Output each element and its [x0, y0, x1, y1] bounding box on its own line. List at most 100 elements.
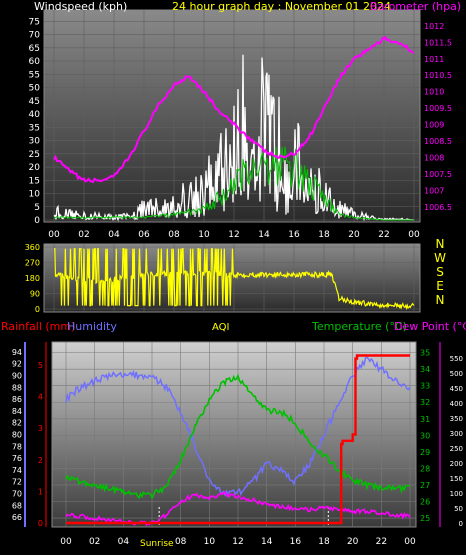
humidity-tick-label: 84: [12, 407, 22, 416]
wind-tick-label: 50: [29, 84, 41, 94]
aqi-tick-label: 350: [450, 415, 463, 423]
temperature-tick-label: 26: [420, 497, 430, 506]
direction-tick-label: 270: [25, 259, 40, 268]
graph-title: 24 hour graph day : November 01 2024: [172, 0, 391, 13]
compass-label: S: [436, 265, 444, 279]
rainfall-axis-title: Rainfall (mm): [1, 320, 75, 333]
wind-tick-label: 70: [29, 31, 41, 41]
aqi-tick-label: 500: [450, 370, 463, 378]
rain-tick-label: 3: [38, 424, 43, 433]
barometer-tick-label: 1007.5: [424, 170, 452, 179]
wind-tick-label: 40: [29, 110, 41, 120]
wind-tick-label: 30: [29, 137, 41, 147]
aqi-tick-label: 100: [450, 490, 463, 498]
wind-tick-label: 55: [29, 70, 40, 80]
aqi-tick-label: 50: [454, 505, 463, 513]
wind-x-tick-label: 20: [348, 230, 360, 240]
wind-x-tick-label: 16: [288, 230, 300, 240]
wind-tick-label: 65: [29, 44, 40, 54]
wind-tick-label: 25: [29, 150, 40, 160]
barometer-axis-title: Barometer (hpa): [370, 0, 461, 13]
wind-x-tick-label: 06: [138, 230, 150, 240]
aqi-tick-label: 0: [459, 520, 463, 528]
direction-tick-label: 360: [25, 243, 40, 252]
humidity-axis-title: Humidity: [67, 320, 117, 333]
aqi-tick-label: 150: [450, 475, 463, 483]
temperature-tick-label: 33: [420, 382, 430, 391]
humidity-tick-label: 90: [12, 372, 22, 381]
aqi-tick-label: 200: [450, 460, 463, 468]
climate-x-tick-label: 02: [89, 537, 100, 547]
wind-tick-label: 35: [29, 123, 40, 133]
climate-x-tick-label: 04: [118, 537, 130, 547]
wind-tick-label: 15: [29, 176, 40, 186]
climate-x-tick-label: 22: [376, 537, 387, 547]
rain-tick-label: 1: [38, 487, 43, 496]
climate-x-tick-label: 20: [347, 537, 359, 547]
climate-x-tick-label: 14: [261, 537, 273, 547]
weather-graph: 0510152025303540455055606570751006.51007…: [1, 0, 466, 549]
direction-tick-label: 180: [25, 274, 40, 283]
rain-tick-label: 0: [38, 519, 43, 528]
barometer-tick-label: 1012: [424, 22, 444, 31]
climate-x-tick-label: 08: [175, 537, 187, 547]
climate-x-tick-label: 12: [232, 537, 243, 547]
humidity-tick-label: 70: [12, 490, 22, 499]
humidity-tick-label: 92: [12, 360, 22, 369]
direction-tick-label: 0: [35, 305, 40, 314]
compass-label: E: [436, 279, 444, 293]
aqi-tick-label: 400: [450, 400, 463, 408]
barometer-tick-label: 1009: [424, 121, 444, 130]
temperature-tick-label: 35: [420, 349, 430, 358]
humidity-tick-label: 80: [12, 431, 22, 440]
temperature-tick-label: 30: [420, 431, 430, 440]
climate-x-tick-label: 16: [290, 537, 302, 547]
rain-tick-label: 5: [38, 361, 43, 370]
barometer-tick-label: 1010: [424, 88, 444, 97]
aqi-tick-label: 450: [450, 385, 463, 393]
wind-tick-label: 60: [29, 57, 41, 67]
wind-x-tick-label: 18: [318, 230, 330, 240]
wind-tick-label: 45: [29, 97, 40, 107]
humidity-tick-label: 88: [12, 383, 22, 392]
wind-tick-label: 10: [29, 190, 41, 200]
aqi-tick-label: 300: [450, 430, 463, 438]
humidity-tick-label: 72: [12, 478, 22, 487]
wind-x-tick-label: 00: [48, 230, 60, 240]
climate-panel-bg: [51, 341, 417, 528]
barometer-tick-label: 1009.5: [424, 104, 452, 113]
wind-x-tick-label: 04: [108, 230, 120, 240]
sunrise-label: Sunrise: [140, 539, 174, 549]
windspeed-axis-title: Windspeed (kph): [34, 0, 127, 13]
humidity-tick-label: 94: [12, 348, 22, 357]
humidity-tick-label: 68: [12, 501, 22, 510]
aqi-tick-label: 250: [450, 445, 463, 453]
rain-tick-label: 4: [38, 393, 43, 402]
barometer-tick-label: 1008: [424, 153, 444, 162]
temperature-tick-label: 31: [420, 415, 430, 424]
aqi-tick-label: 550: [450, 355, 463, 363]
temperature-tick-label: 27: [420, 481, 430, 490]
compass-label: N: [436, 237, 445, 251]
barometer-tick-label: 1011: [424, 55, 444, 64]
rain-tick-label: 2: [38, 456, 43, 465]
humidity-tick-label: 76: [12, 454, 22, 463]
wind-x-tick-label: 02: [78, 230, 89, 240]
compass-label: W: [434, 251, 446, 265]
barometer-tick-label: 1010.5: [424, 71, 452, 80]
wind-x-tick-label: 22: [378, 230, 389, 240]
temperature-tick-label: 25: [420, 514, 430, 523]
barometer-tick-label: 1007: [424, 186, 444, 195]
wind-tick-label: 20: [29, 163, 41, 173]
climate-x-tick-label: 00: [60, 537, 72, 547]
climate-x-tick-label: 00: [404, 537, 416, 547]
wind-x-tick-label: 14: [258, 230, 270, 240]
compass-label: N: [436, 293, 445, 307]
humidity-tick-label: 66: [12, 513, 22, 522]
barometer-tick-label: 1011.5: [424, 38, 452, 47]
humidity-tick-label: 74: [12, 466, 22, 475]
humidity-tick-label: 82: [12, 419, 22, 428]
temperature-tick-label: 34: [420, 365, 430, 374]
barometer-tick-label: 1006.5: [424, 203, 452, 212]
temperature-tick-label: 29: [420, 448, 430, 457]
